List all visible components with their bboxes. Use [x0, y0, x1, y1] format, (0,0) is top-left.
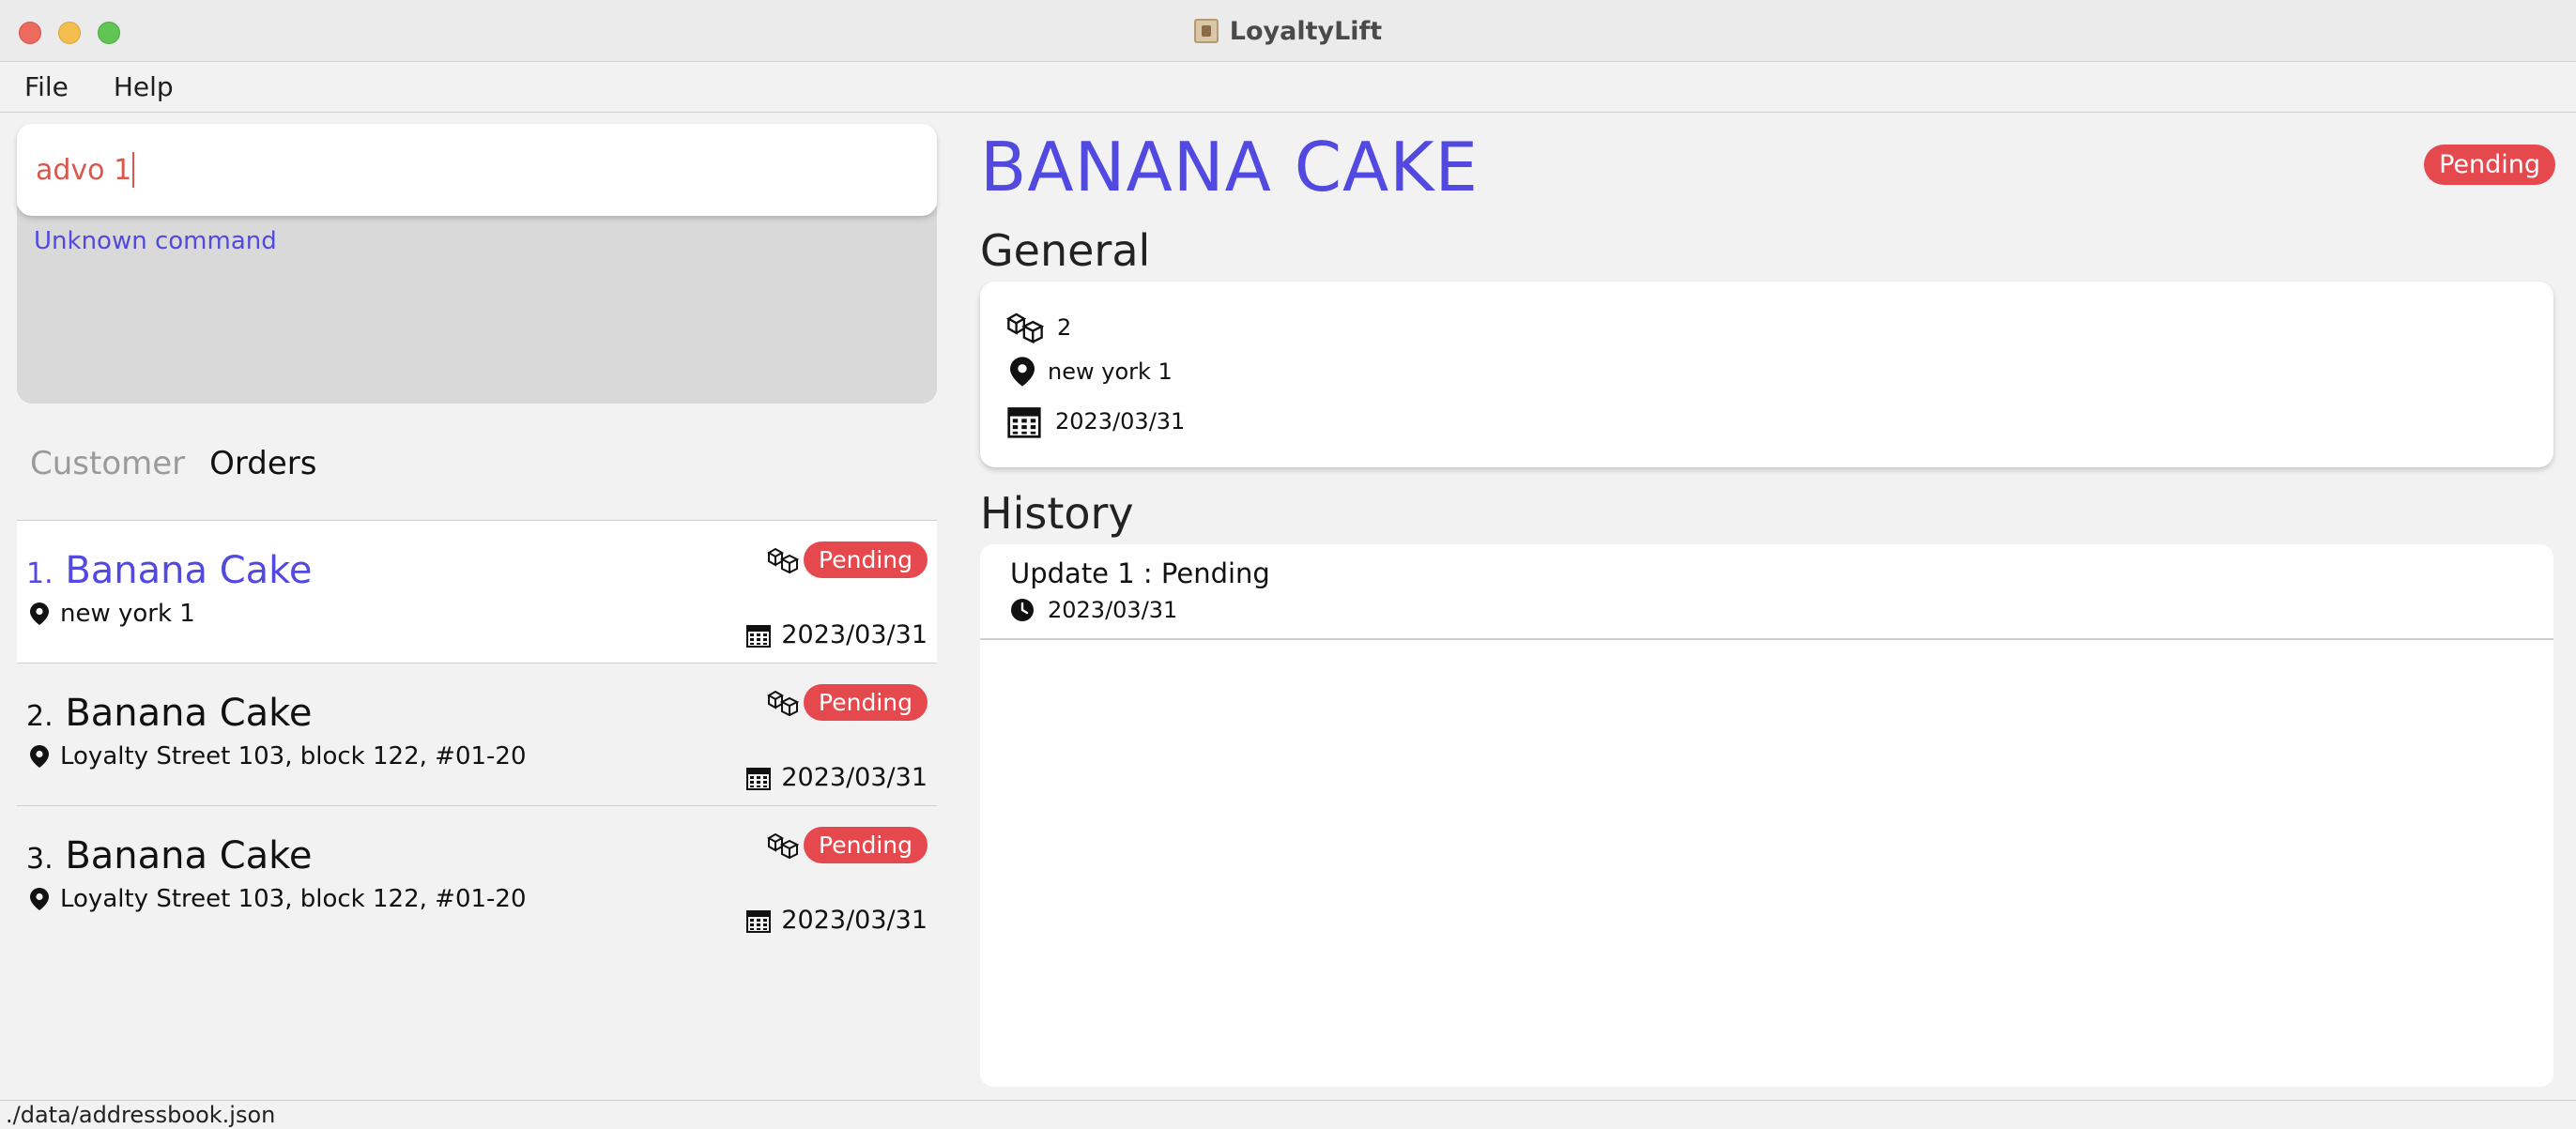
- order-address: new york 1: [30, 600, 195, 628]
- calendar-icon: [1006, 404, 1042, 439]
- location-pin-icon: [1010, 357, 1035, 387]
- detail-status-badge: Pending: [2424, 145, 2555, 185]
- order-date: 2023/03/31: [745, 620, 928, 649]
- command-input-value: advo 1: [36, 153, 132, 187]
- boxes-icon: [766, 832, 799, 859]
- history-entry-date: 2023/03/31: [1010, 597, 1177, 623]
- app-icon: [1193, 19, 1219, 43]
- order-date-text: 2023/03/31: [781, 906, 928, 935]
- order-address-text: new york 1: [60, 600, 195, 628]
- order-address-text: Loyalty Street 103, block 122, #01-20: [60, 742, 527, 770]
- command-input[interactable]: advo 1: [17, 124, 937, 216]
- view-tabs: Customer Orders: [30, 445, 317, 482]
- clock-icon: [1010, 598, 1035, 622]
- order-index: 1.: [26, 557, 54, 590]
- order-index: 3.: [26, 843, 54, 876]
- calendar-icon: [745, 622, 772, 648]
- detail-date-text: 2023/03/31: [1055, 408, 1186, 435]
- order-card[interactable]: 2. Banana Cake Loyalty Street 103, block…: [17, 663, 937, 805]
- status-bar: ./data/addressbook.json: [0, 1100, 2576, 1128]
- calendar-icon: [745, 765, 772, 791]
- data-file-path: ./data/addressbook.json: [6, 1102, 276, 1128]
- title-bar: LoyaltyLift: [0, 0, 2576, 62]
- general-card: 2 new york 1 2023/03/31: [980, 282, 2553, 467]
- tab-customer[interactable]: Customer: [30, 445, 185, 482]
- status-badge: Pending: [804, 684, 928, 721]
- order-name: Banana Cake: [65, 834, 313, 877]
- order-index: 2.: [26, 700, 54, 733]
- history-entry-date-text: 2023/03/31: [1048, 597, 1178, 623]
- location-pin-icon: [30, 603, 49, 625]
- order-date-text: 2023/03/31: [781, 763, 928, 792]
- history-entry-title: Update 1 : Pending: [1010, 557, 1270, 589]
- general-heading: General: [980, 225, 1151, 276]
- text-caret: [132, 152, 135, 188]
- history-heading: History: [980, 488, 1134, 539]
- detail-quantity-value: 2: [1057, 314, 1072, 341]
- history-divider: [980, 638, 2553, 640]
- detail-address-text: new york 1: [1048, 359, 1173, 385]
- order-name: Banana Cake: [65, 692, 313, 735]
- detail-address: new york 1: [1010, 357, 1173, 387]
- calendar-icon: [745, 908, 772, 934]
- order-title: 3. Banana Cake: [26, 834, 313, 877]
- boxes-icon: [766, 690, 799, 716]
- order-card[interactable]: 3. Banana Cake Loyalty Street 103, block…: [17, 805, 937, 948]
- tab-orders[interactable]: Orders: [209, 445, 316, 482]
- status-badge: Pending: [804, 827, 928, 863]
- location-pin-icon: [30, 888, 49, 910]
- order-address: Loyalty Street 103, block 122, #01-20: [30, 885, 527, 913]
- order-title: 1. Banana Cake: [26, 549, 313, 592]
- order-title: 2. Banana Cake: [26, 692, 313, 735]
- boxes-icon: [1006, 312, 1044, 343]
- detail-title: BANANA CAKE: [980, 128, 1479, 206]
- history-list: Update 1 : Pending 2023/03/31: [980, 544, 2553, 1087]
- boxes-icon: [766, 547, 799, 573]
- order-date: 2023/03/31: [745, 906, 928, 935]
- status-badge: Pending: [804, 542, 928, 578]
- order-card[interactable]: 1. Banana Cake new york 1 2 Pending 2023…: [17, 520, 937, 663]
- result-message: Unknown command: [34, 227, 277, 255]
- order-date-text: 2023/03/31: [781, 620, 928, 649]
- menu-bar: File Help: [0, 62, 2576, 113]
- order-name: Banana Cake: [65, 549, 313, 592]
- menu-help[interactable]: Help: [108, 66, 179, 108]
- location-pin-icon: [30, 745, 49, 768]
- window-title: LoyaltyLift: [1229, 16, 1383, 46]
- detail-quantity: 2: [1006, 312, 1071, 343]
- app-window: LoyaltyLift File Help Unknown command ad…: [0, 0, 2576, 1128]
- detail-date: 2023/03/31: [1006, 404, 1185, 439]
- result-display: Unknown command: [17, 206, 937, 404]
- order-date: 2023/03/31: [745, 763, 928, 792]
- menu-file[interactable]: File: [19, 66, 74, 108]
- order-address-text: Loyalty Street 103, block 122, #01-20: [60, 885, 527, 913]
- order-address: Loyalty Street 103, block 122, #01-20: [30, 742, 527, 770]
- order-list: 1. Banana Cake new york 1 2 Pending 2023…: [17, 520, 937, 948]
